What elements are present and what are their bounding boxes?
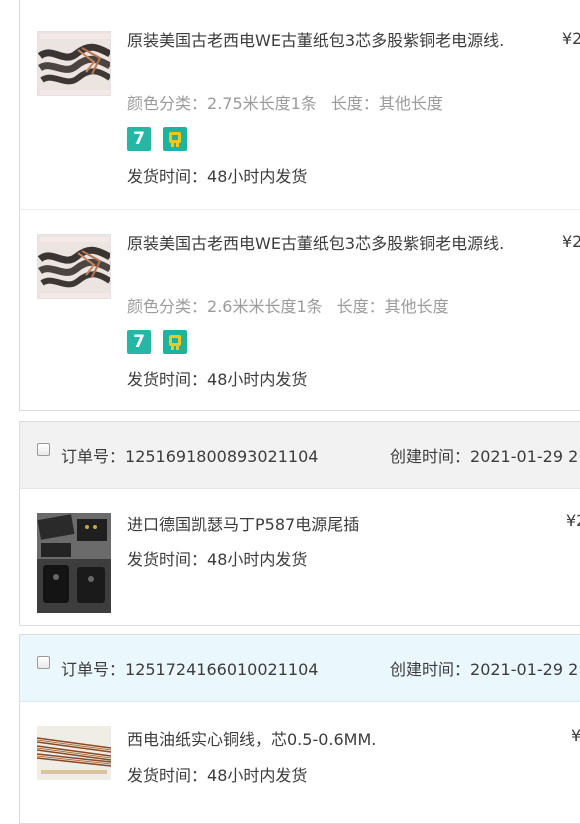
order-item: 西电油纸实心铜线，芯0.5-0.6MM. 发货时间：48小时内发货 ¥ [20, 702, 580, 822]
shipping-time-label: 发货时间： [127, 550, 208, 569]
order-number-value: 1251724166010021104 [125, 660, 319, 679]
shipping-time: 发货时间：48小时内发货 [127, 762, 307, 786]
seven-day-return-icon[interactable]: 7 [127, 330, 151, 354]
order-created-time: 创建时间：2021-01-29 2 [390, 443, 578, 467]
item-price: ¥2 [562, 29, 580, 48]
consumer-protection-icon[interactable] [163, 127, 187, 151]
created-time-value: 2021-01-29 2 [470, 447, 579, 466]
shipping-time-label: 发货时间： [127, 167, 208, 186]
order-card: 订单号：1251691800893021104 创建时间：2021-01-29 … [19, 421, 580, 626]
item-price: ¥ [571, 726, 580, 745]
created-time-label: 创建时间： [390, 447, 471, 466]
order-item: 进口德国凯瑟马丁P587电源尾插 发货时间：48小时内发货 ¥2 [20, 489, 580, 627]
product-title[interactable]: 原装美国古老西电WE古董纸包3芯多股紫铜老电源线. [127, 231, 532, 257]
order-number-label: 订单号： [61, 447, 126, 466]
item-price: ¥2 [562, 232, 580, 251]
product-thumbnail[interactable] [37, 726, 111, 780]
sku-length-label: 长度： [330, 94, 379, 113]
shipping-time-label: 发货时间： [127, 370, 208, 389]
order-number-value: 1251691800893021104 [125, 447, 319, 466]
created-time-label: 创建时间： [390, 660, 471, 679]
order-number: 订单号：1251724166010021104 [61, 656, 318, 680]
shipping-time-value: 48小时内发货 [207, 370, 308, 389]
product-title[interactable]: 原装美国古老西电WE古董纸包3芯多股紫铜老电源线. [127, 28, 532, 54]
sku-color-value: 2.75米长度1条 [207, 94, 317, 113]
seven-day-return-icon[interactable]: 7 [127, 127, 151, 151]
item-price: ¥2 [566, 511, 580, 530]
product-thumbnail[interactable] [37, 234, 111, 299]
product-thumbnail[interactable] [37, 513, 111, 613]
product-title[interactable]: 进口德国凯瑟马丁P587电源尾插 [127, 512, 532, 538]
sku-color-label: 颜色分类： [127, 94, 208, 113]
sku-properties: 颜色分类：2.6米米长度1条 长度：其他长度 [127, 293, 449, 317]
order-number-label: 订单号： [61, 660, 126, 679]
sku-properties: 颜色分类：2.75米长度1条 长度：其他长度 [127, 90, 443, 114]
sku-length-label: 长度： [336, 297, 385, 316]
product-thumbnail[interactable] [37, 31, 111, 96]
shipping-time: 发货时间：48小时内发货 [127, 546, 307, 570]
order-created-time: 创建时间：2021-01-29 2 [390, 656, 578, 680]
created-time-value: 2021-01-29 2 [470, 660, 579, 679]
sku-color-value: 2.6米米长度1条 [207, 297, 323, 316]
shipping-time-value: 48小时内发货 [207, 167, 308, 186]
order-card: 原装美国古老西电WE古董纸包3芯多股紫铜老电源线. 颜色分类：2.75米长度1条… [19, 0, 580, 411]
shipping-time-value: 48小时内发货 [207, 550, 308, 569]
order-select-checkbox[interactable] [37, 443, 50, 456]
sku-length-value: 其他长度 [378, 94, 443, 113]
order-card: 订单号：1251724166010021104 创建时间：2021-01-29 … [19, 634, 580, 824]
product-title[interactable]: 西电油纸实心铜线，芯0.5-0.6MM. [127, 727, 532, 753]
shipping-time: 发货时间：48小时内发货 [127, 163, 307, 187]
consumer-protection-icon[interactable] [163, 330, 187, 354]
shipping-time: 发货时间：48小时内发货 [127, 366, 307, 390]
sku-length-value: 其他长度 [384, 297, 449, 316]
order-item: 原装美国古老西电WE古董纸包3芯多股紫铜老电源线. 颜色分类：2.75米长度1条… [20, 0, 580, 210]
order-item: 原装美国古老西电WE古董纸包3芯多股紫铜老电源线. 颜色分类：2.6米米长度1条… [20, 209, 580, 412]
order-number: 订单号：1251691800893021104 [61, 443, 318, 467]
order-header: 订单号：1251691800893021104 创建时间：2021-01-29 … [20, 422, 580, 489]
order-header: 订单号：1251724166010021104 创建时间：2021-01-29 … [20, 635, 580, 702]
sku-color-label: 颜色分类： [127, 297, 208, 316]
shipping-time-label: 发货时间： [127, 766, 208, 785]
order-select-checkbox[interactable] [37, 656, 50, 669]
shipping-time-value: 48小时内发货 [207, 766, 308, 785]
